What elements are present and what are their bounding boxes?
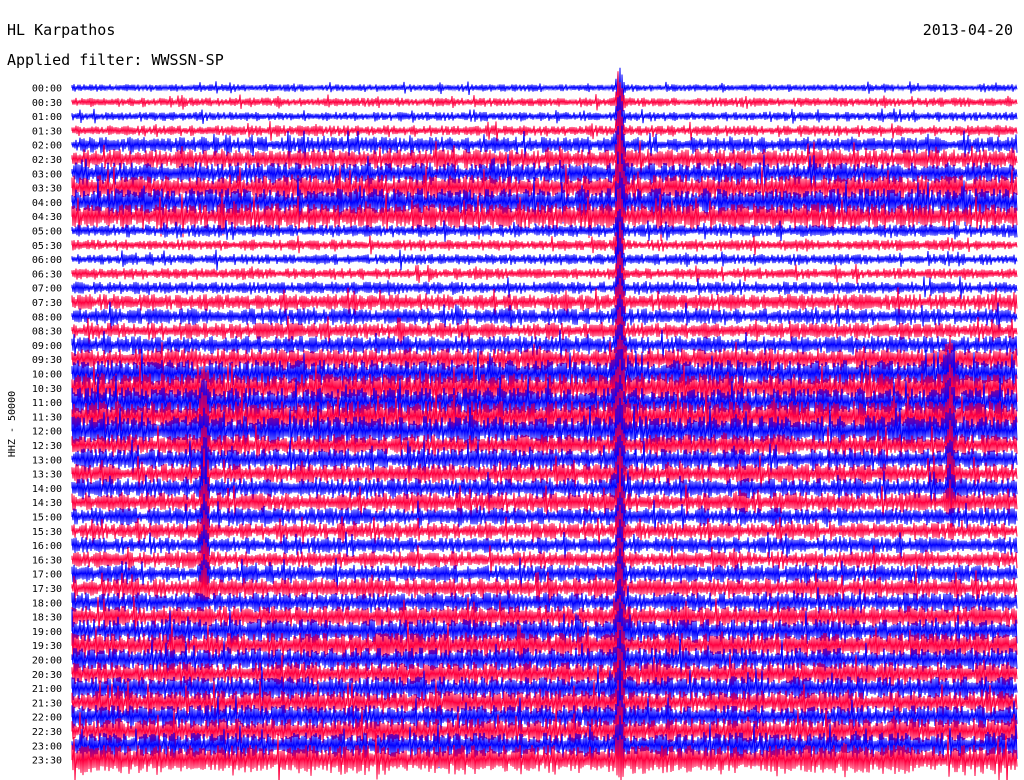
- trace-time-label: 11:30: [32, 412, 62, 423]
- seismic-trace-0600: [71, 226, 1018, 290]
- trace-time-label: 05:30: [32, 241, 62, 252]
- trace-time-label: 02:30: [32, 155, 62, 166]
- trace-time-label: 19:30: [32, 641, 62, 652]
- trace-time-label: 18:00: [32, 598, 62, 609]
- trace-time-label: 14:00: [32, 484, 62, 495]
- trace-time-label: 13:00: [32, 455, 62, 466]
- trace-time-label: 20:30: [32, 670, 62, 681]
- trace-time-label: 00:30: [32, 98, 62, 109]
- helicorder-plot: 00:00 00:30 01:00 01:30 02:00 02:30 03:00 03:30…: [7, 67, 1018, 780]
- trace-time-label: 09:30: [32, 355, 62, 366]
- trace-time-label: 01:30: [32, 126, 62, 137]
- trace-time-label: 19:00: [32, 627, 62, 638]
- trace-time-label: 15:30: [32, 527, 62, 538]
- trace-time-label: 08:30: [32, 327, 62, 338]
- trace-time-label: 12:00: [32, 427, 62, 438]
- trace-time-label: 16:00: [32, 541, 62, 552]
- trace-time-label: 23:00: [32, 741, 62, 752]
- trace-time-label: 04:30: [32, 212, 62, 223]
- trace-time-label: 06:00: [32, 255, 62, 266]
- trace-time-label: 14:30: [32, 498, 62, 509]
- trace-time-label: 03:30: [32, 184, 62, 195]
- trace-time-label: 22:30: [32, 727, 62, 738]
- trace-time-label: 16:30: [32, 555, 62, 566]
- trace-group: [71, 67, 1018, 780]
- trace-time-label: 00:00: [32, 84, 62, 95]
- trace-time-label: 10:30: [32, 384, 62, 395]
- trace-time-label: 13:30: [32, 470, 62, 481]
- trace-time-label: 07:00: [32, 284, 62, 295]
- trace-time-label: 21:30: [32, 698, 62, 709]
- trace-time-label: 11:00: [32, 398, 62, 409]
- trace-time-label: 07:30: [32, 298, 62, 309]
- trace-time-label: 21:00: [32, 684, 62, 695]
- y-axis-label: HHZ - 50000: [7, 391, 18, 457]
- seismogram-page: HL Karpathos Applied filter: WWSSN-SP 20…: [0, 0, 1024, 780]
- trace-time-label: 20:00: [32, 656, 62, 667]
- trace-time-label: 10:00: [32, 370, 62, 381]
- trace-time-label: 02:00: [32, 141, 62, 152]
- trace-time-label: 22:00: [32, 713, 62, 724]
- trace-time-label: 03:00: [32, 169, 62, 180]
- trace-time-label: 05:00: [32, 227, 62, 238]
- trace-time-label: 15:00: [32, 513, 62, 524]
- trace-time-label: 12:30: [32, 441, 62, 452]
- trace-time-label: 17:00: [32, 570, 62, 581]
- trace-time-label: 18:30: [32, 613, 62, 624]
- trace-time-label: 08:00: [32, 312, 62, 323]
- trace-time-label: 23:30: [32, 756, 62, 767]
- trace-time-label: 09:00: [32, 341, 62, 352]
- trace-time-label: 01:00: [32, 112, 62, 123]
- trace-time-label: 17:30: [32, 584, 62, 595]
- trace-time-label: 04:00: [32, 198, 62, 209]
- tick-labels: 00:00 00:30 01:00 01:30 02:00 02:30 03:00 03:30…: [32, 84, 62, 767]
- trace-time-label: 06:30: [32, 269, 62, 280]
